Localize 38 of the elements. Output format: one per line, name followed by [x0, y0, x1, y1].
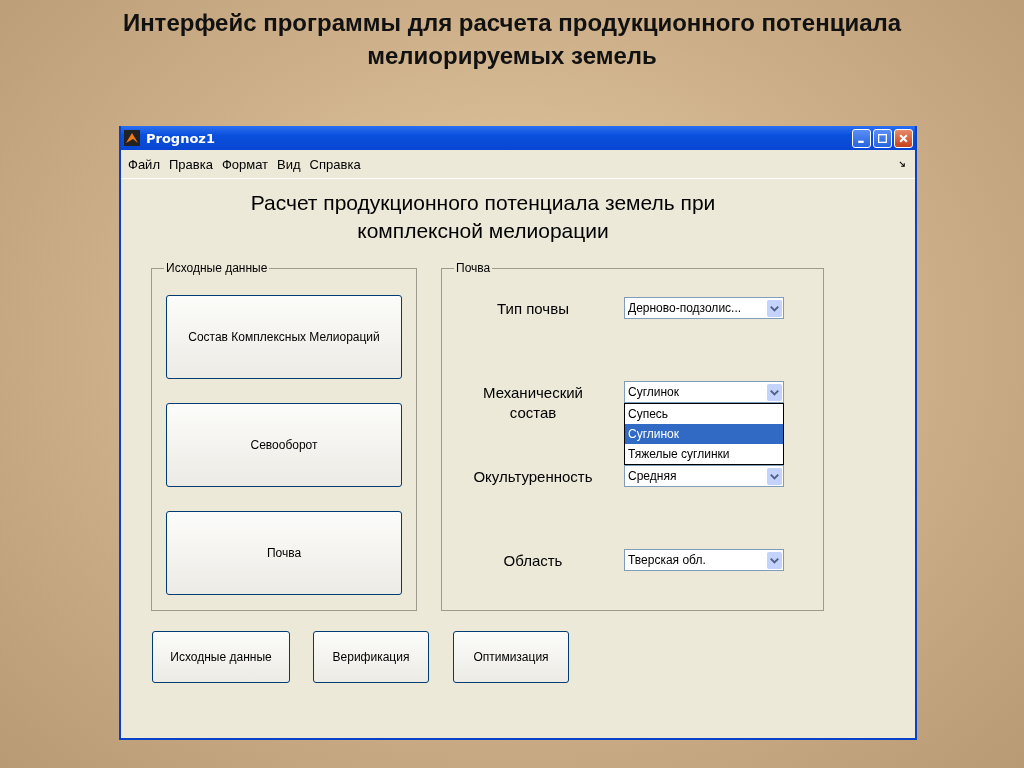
maximize-button[interactable] — [873, 128, 892, 148]
field-label: Тип почвы — [497, 299, 569, 319]
field-label: Механический состав — [482, 383, 584, 423]
dropdown-option[interactable]: Суглинок — [625, 424, 783, 444]
close-button[interactable] — [894, 128, 913, 148]
dropdown-field[interactable]: Тверская обл. — [624, 549, 784, 571]
field-label: Область — [503, 551, 563, 571]
chevron-down-icon[interactable] — [767, 383, 782, 401]
window-title: Prognoz1 — [146, 130, 215, 146]
dropdown-option[interactable]: Супесь — [625, 404, 783, 424]
panel-button[interactable]: Севооборот — [166, 403, 402, 487]
action-button[interactable]: Исходные данные — [152, 631, 290, 683]
maximize-icon[interactable] — [877, 132, 888, 144]
action-button[interactable]: Оптимизация — [453, 631, 569, 683]
slide-title: Интерфейс программы для расчета продукционного потенциала мелиорируемых земель — [121, 8, 903, 71]
menu-item[interactable]: Вид — [275, 156, 306, 172]
dropdown-field[interactable]: Дерново-подзолис... — [624, 297, 784, 319]
menu-item[interactable]: Правка — [166, 156, 218, 172]
app-icon — [124, 130, 140, 146]
menu-item[interactable]: Файл — [126, 156, 165, 172]
panel-title: Исходные данные — [165, 261, 269, 275]
dock-arrow-icon[interactable] — [899, 160, 906, 168]
chevron-down-icon[interactable] — [767, 299, 782, 317]
panel-button[interactable]: Состав Комплексных Мелиораций — [166, 295, 402, 379]
field-label: Окультуренность — [473, 467, 593, 487]
dropdown-field[interactable]: Средняя — [624, 465, 784, 487]
menu-item[interactable]: Формат — [219, 156, 274, 172]
close-icon[interactable] — [898, 132, 909, 144]
panel-title: Почва — [455, 261, 492, 275]
dropdown-field[interactable]: Суглинок — [624, 381, 784, 403]
form-heading: Расчет продукционного потенциала земель при комплексной мелиорации — [249, 190, 717, 244]
minimize-button[interactable] — [852, 128, 871, 148]
panel-button[interactable]: Почва — [166, 511, 402, 595]
action-button[interactable]: Верификация — [313, 631, 429, 683]
chevron-down-icon[interactable] — [767, 467, 782, 485]
menu-item[interactable]: Справка — [307, 156, 366, 172]
chevron-down-icon[interactable] — [767, 551, 782, 569]
dropdown-option[interactable]: Тяжелые суглинки — [625, 444, 783, 464]
